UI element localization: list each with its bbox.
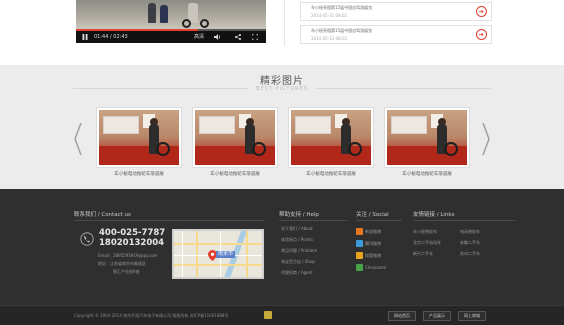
help-link[interactable]: 常见问题 / Problem (281, 248, 317, 254)
social-link[interactable]: 腾讯微博 (365, 241, 381, 247)
social-link[interactable]: 搜狐微博 (365, 253, 381, 259)
news-date: 2014-05-31 08:02 (311, 13, 348, 18)
social-link[interactable]: 新浪微博 (365, 229, 381, 235)
friend-link[interactable]: 新兴二手车 (413, 251, 433, 257)
gallery-caption[interactable]: 车小秘电动独轮车渐道展 (89, 171, 189, 177)
column-divider (284, 0, 285, 46)
friend-link[interactable]: 车小秘独轮车 (413, 229, 437, 235)
address-text: 智汇产业园A座 (113, 269, 140, 274)
gallery-caption[interactable]: 车小秘电动独轮车渐道展 (377, 171, 477, 177)
divider-line (413, 220, 515, 221)
chevron-right-icon[interactable] (481, 122, 491, 156)
links-heading: 友情链接 / Links (413, 212, 455, 218)
contact-heading: 联系我们 / Contact us (74, 212, 131, 218)
gallery-section: 精彩图片 BEST PICTURES 车小秘电动独轮车渐道展 车小秘电动独轮车渐… (0, 65, 564, 189)
help-link[interactable]: 代理招商 / Agent (281, 270, 313, 276)
gallery-card[interactable] (384, 107, 470, 168)
friend-link[interactable]: 电动独轮车 (460, 229, 480, 235)
gallery-card[interactable] (192, 107, 278, 168)
help-link[interactable]: 淘宝官方店 / Shop (281, 259, 315, 265)
divider-line (74, 220, 264, 221)
gallery-photo[interactable] (387, 110, 467, 165)
help-heading: 帮助支持 / Help (279, 212, 319, 218)
tencent-weibo-icon[interactable] (356, 240, 363, 247)
video-time: 01:44 / 02:43 (94, 34, 128, 40)
gallery-photo[interactable] (291, 110, 371, 165)
news-date: 2014-05-31 08:02 (311, 36, 348, 41)
home-button[interactable]: 网站首页 (388, 311, 416, 321)
arrow-right-icon[interactable] (476, 6, 487, 17)
shop-button[interactable]: 网上商城 (458, 311, 486, 321)
gallery-subtitle: BEST PICTURES (256, 86, 308, 92)
gallery-photo[interactable] (195, 110, 275, 165)
email-text: Email：2895595919@qq.com (98, 253, 158, 258)
news-item[interactable]: 车小秘亮相第15届中国自驾游展览 2014-05-31 08:02 (300, 2, 492, 21)
friend-link[interactable]: 苏州二手车 (460, 251, 480, 257)
wechat-icon[interactable] (356, 264, 363, 271)
chevron-left-icon[interactable] (73, 122, 83, 156)
news-title[interactable]: 车小秘亮相第15届中国自驾游展览 (311, 5, 372, 11)
address-text: 地址：江苏省南京市秦淮区 (98, 261, 146, 266)
divider-line (279, 220, 347, 221)
phone-number: 400-025-7787 (99, 228, 166, 238)
video-controls: 01:44 / 02:43 高清 (76, 29, 266, 43)
gallery-card[interactable] (288, 107, 374, 168)
share-icon[interactable] (235, 34, 241, 40)
gallery-card[interactable] (96, 107, 182, 168)
volume-icon[interactable] (214, 34, 221, 40)
copyright-bar: Copyright © 2004-2014 南京开拓汽车电子有限公司 版权所有 … (0, 305, 564, 325)
products-button[interactable]: 产品展示 (423, 311, 451, 321)
map-location-label: 南京市 (216, 251, 236, 258)
weibo-icon[interactable] (356, 228, 363, 235)
divider-line (356, 220, 402, 221)
arrow-right-icon[interactable] (476, 29, 487, 40)
fullscreen-icon[interactable] (252, 34, 258, 40)
video-player[interactable]: 01:44 / 02:43 高清 (76, 0, 266, 43)
top-section: 01:44 / 02:43 高清 车小秘亮相第15届中国自驾游展览 2014-0… (0, 0, 564, 65)
social-heading: 关注 / Social (356, 212, 389, 218)
location-map[interactable]: 南京市 (172, 229, 264, 279)
gallery-photo[interactable] (99, 110, 179, 165)
pause-icon[interactable] (82, 34, 88, 40)
mobile-number: 18020132004 (99, 238, 165, 248)
video-frame (76, 0, 266, 31)
news-title[interactable]: 车小秘亮相第15届中国自驾游展览 (311, 28, 372, 34)
gallery-caption[interactable]: 车小秘电动独轮车渐道展 (185, 171, 285, 177)
help-link[interactable]: 体验网点 / Points (281, 237, 313, 243)
phone-icon (80, 232, 94, 246)
friend-link[interactable]: 北京二手电动车 (413, 240, 441, 246)
gallery-title: 精彩图片 (260, 76, 304, 87)
sohu-weibo-icon[interactable] (356, 252, 363, 259)
copyright-text: Copyright © 2004-2014 南京开拓汽车电子有限公司 版权所有 … (74, 313, 229, 318)
gallery-caption[interactable]: 车小秘电动独轮车渐道展 (281, 171, 381, 177)
video-quality[interactable]: 高清 (194, 31, 204, 43)
news-item[interactable]: 车小秘亮相第15届中国自驾游展览 2014-05-31 08:02 (300, 25, 492, 44)
social-link[interactable]: Chexiaomi (365, 265, 386, 270)
certificate-icon[interactable] (264, 311, 272, 319)
friend-link[interactable]: 安徽二手车 (460, 240, 480, 246)
help-link[interactable]: 关于我们 / About (281, 226, 313, 232)
